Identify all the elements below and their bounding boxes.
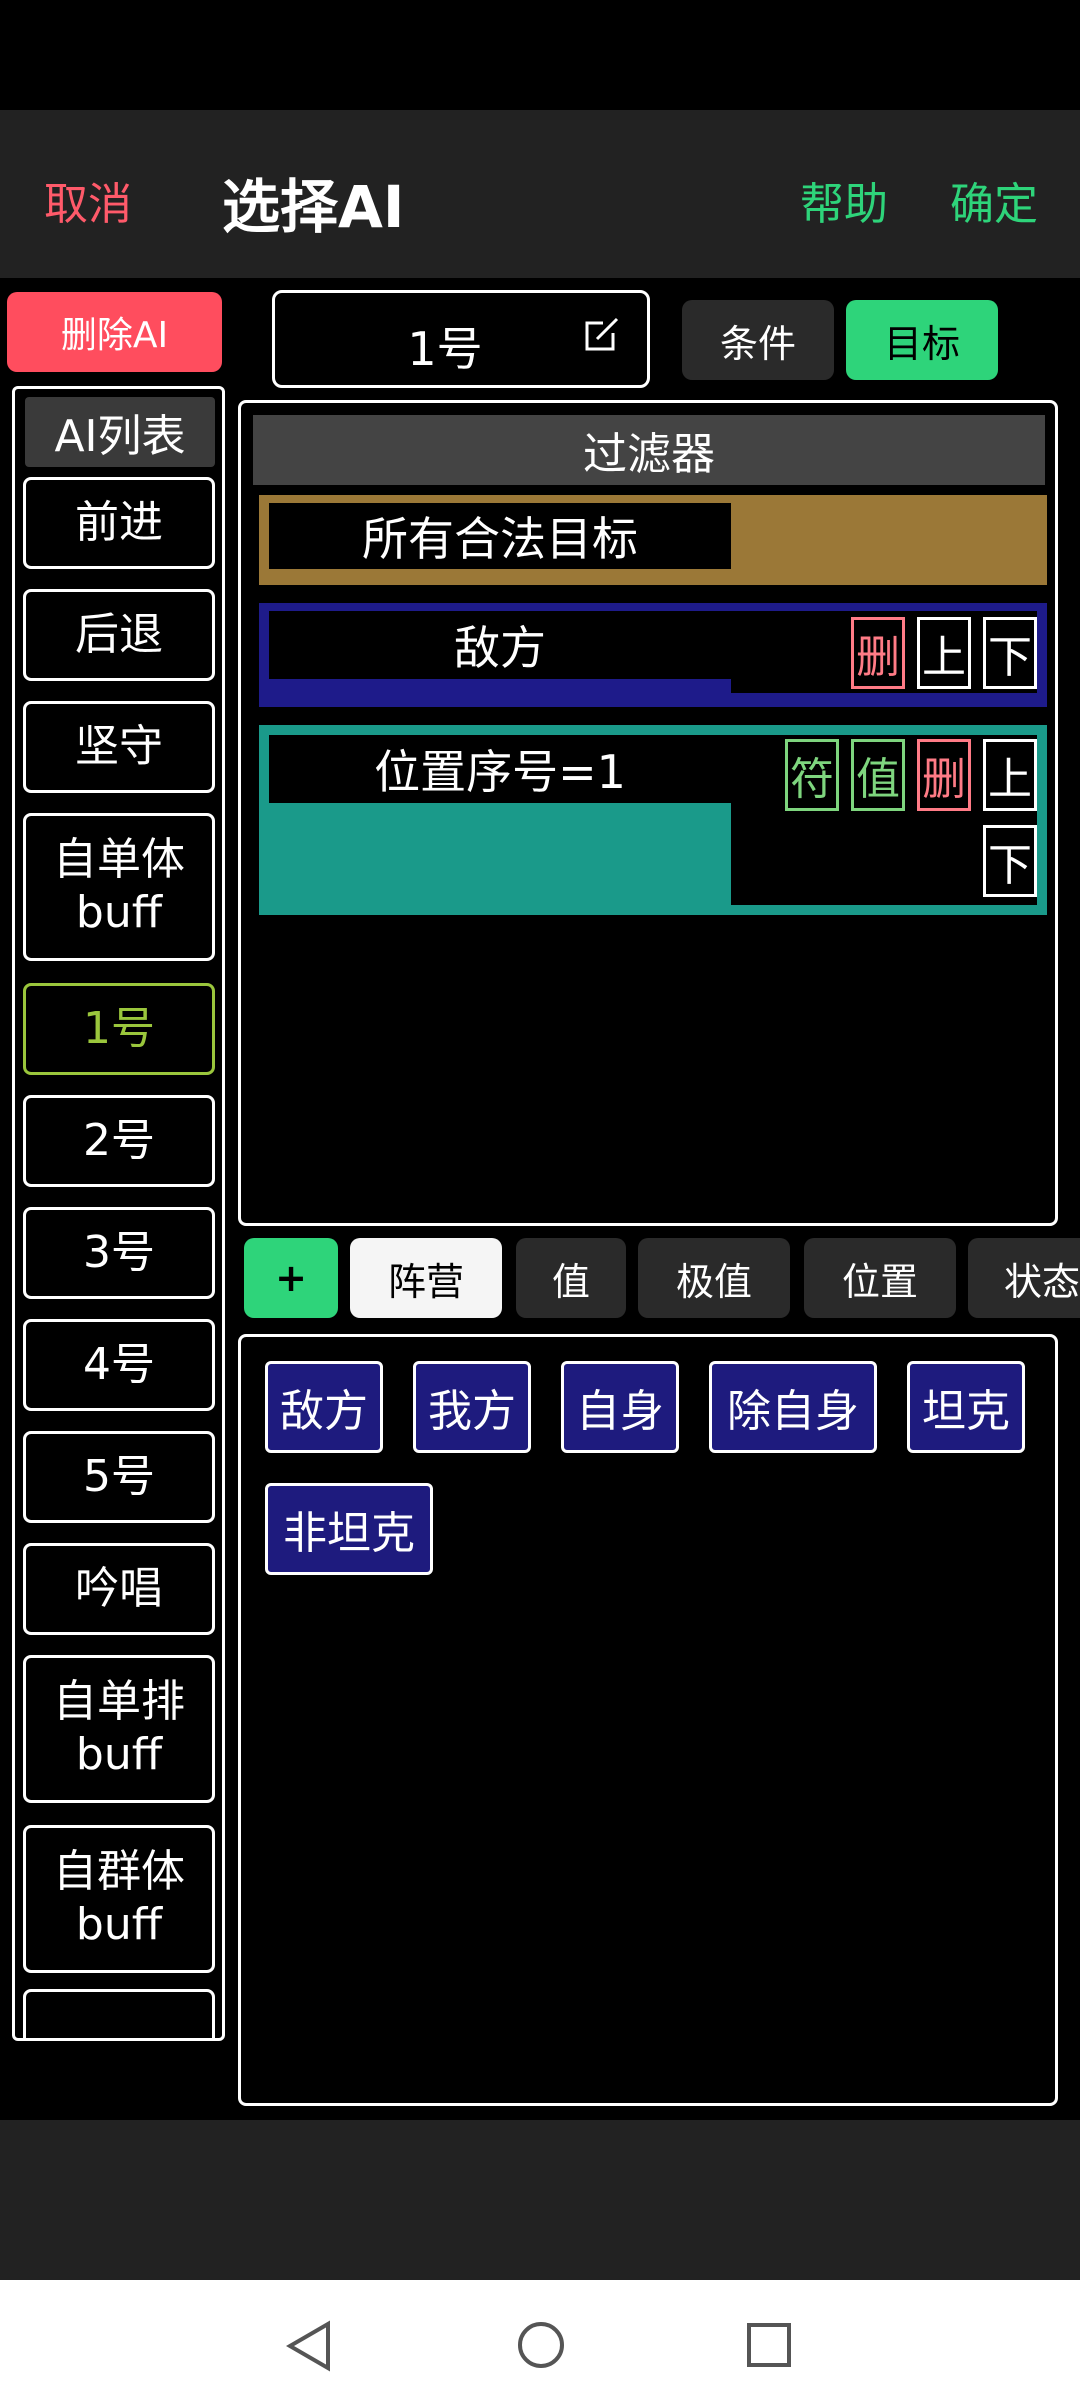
tab-value[interactable]: 值 [516,1238,626,1318]
ai-list-item[interactable]: 自单排 buff [23,1655,215,1803]
cancel-button[interactable]: 取消 [44,168,132,232]
ai-list-item[interactable]: 4号 [23,1319,215,1411]
rule-delete-button[interactable]: 删 [851,617,905,689]
tab-extreme-value[interactable]: 极值 [638,1238,790,1318]
option-self[interactable]: 自身 [561,1361,679,1453]
tab-status[interactable]: 状态 [968,1238,1080,1318]
option-enemy[interactable]: 敌方 [265,1361,383,1453]
option-except-self[interactable]: 除自身 [709,1361,877,1453]
tab-condition[interactable]: 条件 [682,300,834,380]
ai-list-item[interactable]: 2号 [23,1095,215,1187]
help-button[interactable]: 帮助 [800,168,888,232]
rule-label: 所有合法目标 [269,503,731,569]
confirm-button[interactable]: 确定 [950,168,1038,232]
rule-up-button[interactable]: 上 [983,739,1037,811]
filter-panel: 过滤器 所有合法目标 敌方 删 上 下 位置序号=1 符 值 删 上 下 [238,400,1058,1226]
back-icon[interactable] [284,2320,332,2372]
ai-name-field[interactable]: 1号 [272,290,650,388]
rule-value-button[interactable]: 值 [851,739,905,811]
rule-label: 敌方 [269,611,731,679]
tab-camp[interactable]: 阵营 [350,1238,502,1318]
tab-target[interactable]: 目标 [846,300,998,380]
option-non-tank[interactable]: 非坦克 [265,1483,433,1575]
tab-status-label: 状态 [1004,1259,1080,1304]
option-ally[interactable]: 我方 [413,1361,531,1453]
filter-rule-all[interactable]: 所有合法目标 [259,495,1047,585]
bottom-spacer [0,2120,1080,2280]
ai-list-item[interactable]: 坚守 [23,701,215,793]
ai-list-item[interactable]: 吟唱 [23,1543,215,1635]
rule-up-button[interactable]: 上 [917,617,971,689]
rule-down-button[interactable]: 下 [983,617,1037,689]
ai-list-item[interactable]: 自单体 buff [23,813,215,961]
ai-list-item[interactable]: 1号 [23,983,215,1075]
ai-list-item-partial[interactable] [23,1989,215,2038]
tab-position[interactable]: 位置 [804,1238,956,1318]
add-filter-button[interactable]: + [244,1238,338,1318]
edit-icon[interactable] [583,315,621,353]
ai-list-title: AI列表 [25,397,215,467]
ai-list-item[interactable]: 5号 [23,1431,215,1523]
system-nav-bar [0,2280,1080,2400]
recents-icon[interactable] [746,2322,792,2368]
ai-list-item[interactable]: 前进 [23,477,215,569]
ai-list-item[interactable]: 自群体 buff [23,1825,215,1973]
rule-down-button[interactable]: 下 [983,825,1037,897]
top-bar: 取消 选择AI 帮助 确定 [0,110,1080,278]
filter-rule-enemy[interactable]: 敌方 删 上 下 [259,603,1047,707]
rule-label: 位置序号=1 [269,735,731,803]
ai-name-text: 1号 [407,322,483,376]
filter-rule-position[interactable]: 位置序号=1 符 值 删 上 下 [259,725,1047,915]
option-tank[interactable]: 坦克 [907,1361,1025,1453]
page-title: 选择AI [222,173,405,241]
ai-list-panel: AI列表 前进后退坚守自单体 buff 1号 2号 3号 4号 5号吟唱自单排 buff 自… [12,386,225,2041]
delete-ai-button[interactable]: 删除AI [7,292,222,372]
ai-list-item[interactable]: 后退 [23,589,215,681]
filter-title: 过滤器 [253,415,1045,485]
options-panel: 敌方 我方 自身 除自身 坦克 非坦克 [238,1334,1058,2106]
ai-list-item[interactable]: 3号 [23,1207,215,1299]
rule-operator-button[interactable]: 符 [785,739,839,811]
home-icon[interactable] [516,2320,566,2370]
rule-delete-button[interactable]: 删 [917,739,971,811]
